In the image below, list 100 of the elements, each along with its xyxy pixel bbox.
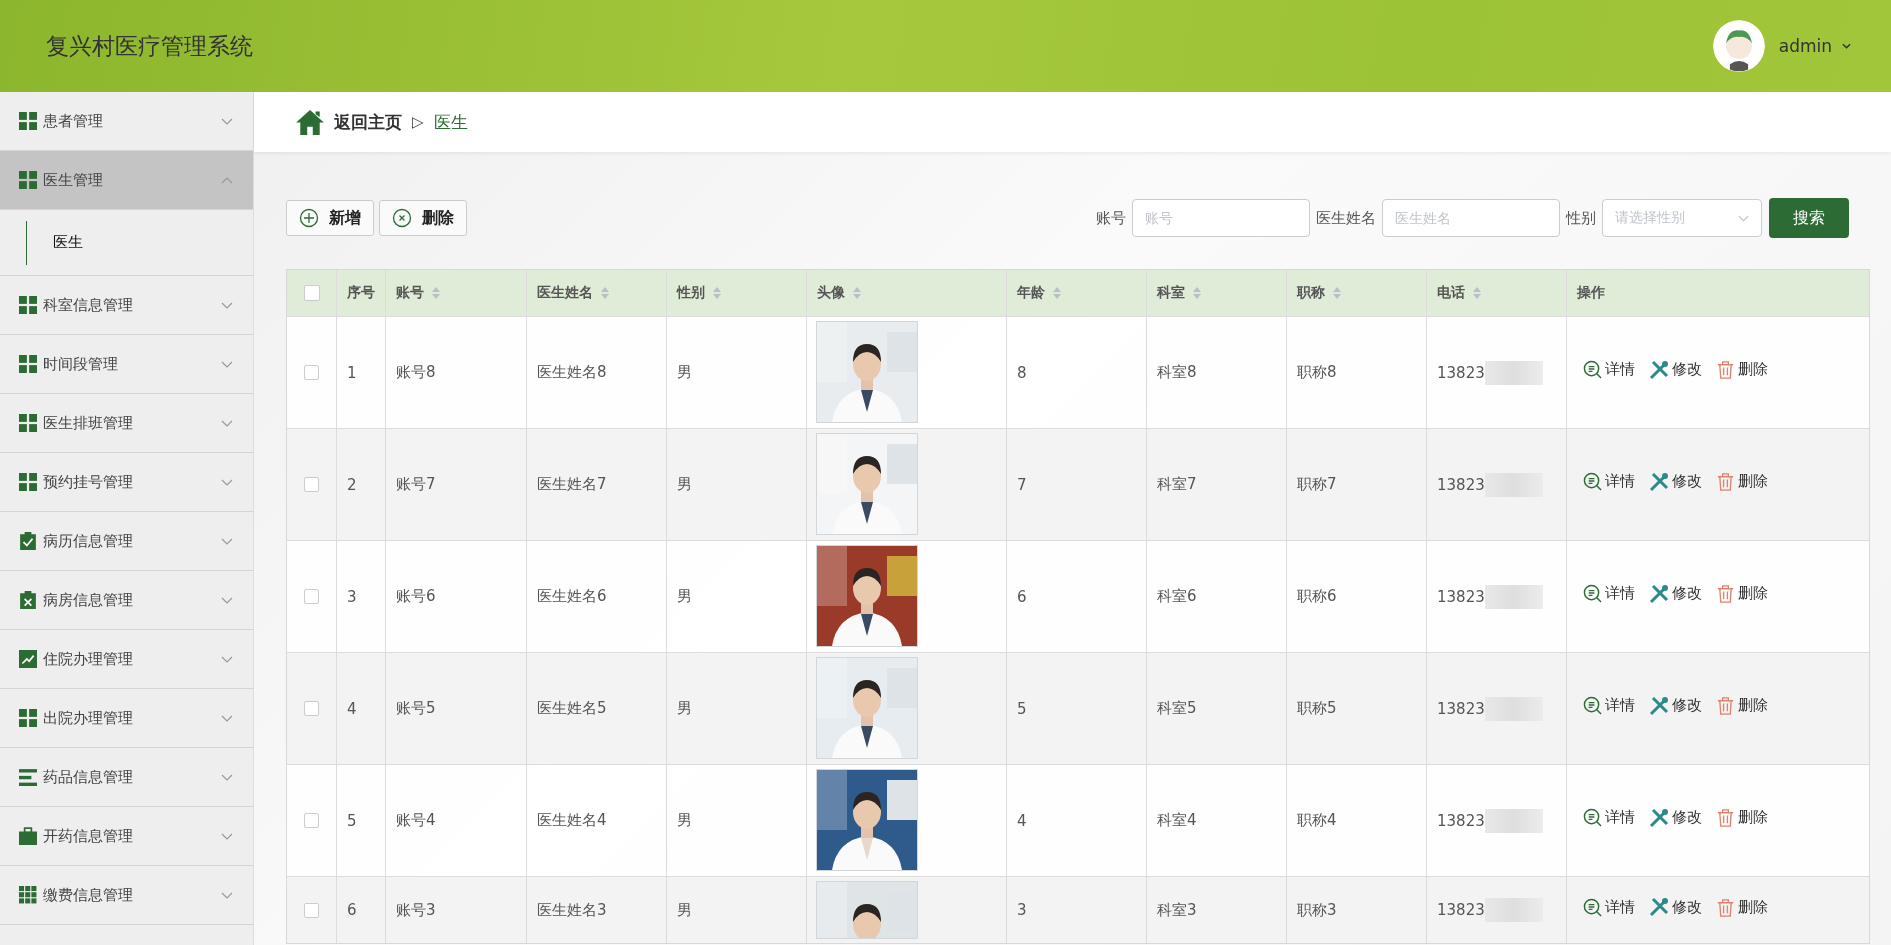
table-cell: 13823 — [1437, 587, 1485, 606]
table-cell: 4 — [1017, 811, 1027, 830]
checkbox[interactable] — [304, 902, 319, 918]
table-cell: 科室3 — [1157, 900, 1197, 920]
sort-icon[interactable] — [1053, 287, 1061, 299]
edit-link[interactable]: 修改 — [1649, 695, 1702, 716]
menu-icon — [19, 886, 37, 904]
sort-icon[interactable] — [432, 287, 440, 299]
table-cell: 账号7 — [396, 475, 436, 494]
input-field[interactable]: 账号 — [1132, 199, 1310, 237]
menu-icon — [19, 112, 37, 130]
delete-link[interactable]: 删除 — [1716, 584, 1768, 603]
column-header[interactable]: 职称 — [1297, 284, 1325, 302]
details-link[interactable]: 详情 — [1583, 584, 1635, 603]
column-header[interactable]: 科室 — [1157, 284, 1185, 302]
table-cell: 7 — [1017, 475, 1027, 494]
table-cell: 1 — [347, 363, 357, 382]
trash-icon — [1716, 360, 1735, 379]
table-cell: 医生姓名3 — [537, 900, 607, 920]
sort-icon[interactable] — [1193, 287, 1201, 299]
table-cell: 13823 — [1437, 699, 1485, 718]
chevron-icon — [221, 891, 233, 899]
edit-link[interactable]: 修改 — [1649, 583, 1702, 604]
sort-icon[interactable] — [1333, 287, 1341, 299]
edit-link[interactable]: 修改 — [1649, 807, 1702, 828]
sort-icon[interactable] — [713, 287, 721, 299]
column-header[interactable]: 操作 — [1577, 284, 1605, 302]
delete-button[interactable]: 删除 — [379, 200, 467, 236]
caret-icon[interactable] — [1842, 43, 1851, 49]
sidebar-item[interactable]: 住院办理管理 — [0, 630, 253, 689]
details-link[interactable]: 详情 — [1583, 808, 1635, 827]
input-field[interactable]: 医生姓名 — [1382, 199, 1560, 237]
checkbox[interactable] — [304, 589, 319, 604]
column-header[interactable]: 电话 — [1437, 284, 1465, 302]
sidebar-item[interactable]: 时间段管理 — [0, 335, 253, 394]
chevron-icon — [221, 537, 233, 545]
home-link[interactable]: 返回主页 — [334, 110, 402, 134]
search-icon — [1583, 360, 1602, 379]
sort-icon[interactable] — [601, 287, 609, 299]
sidebar-item[interactable]: 开药信息管理 — [0, 807, 253, 866]
column-header[interactable]: 性别 — [677, 284, 705, 302]
table-cell: 男 — [677, 900, 692, 920]
sidebar-item[interactable]: 科室信息管理 — [0, 276, 253, 335]
checkbox[interactable] — [304, 701, 319, 716]
menu-icon — [19, 296, 37, 314]
table-cell: 科室7 — [1157, 475, 1197, 494]
table-cell: 6 — [347, 901, 357, 919]
trash-icon — [1716, 584, 1735, 603]
edit-link[interactable]: 修改 — [1649, 471, 1702, 492]
table-cell: 3 — [1017, 901, 1027, 919]
user-menu[interactable]: admin — [1778, 36, 1832, 56]
avatar-icon[interactable] — [1712, 20, 1765, 72]
sidebar-item[interactable]: 病房信息管理 — [0, 571, 253, 630]
column-header[interactable]: 头像 — [817, 284, 845, 302]
submenu-item[interactable]: 医生 — [26, 220, 213, 265]
close-circle-icon — [392, 208, 412, 228]
breadcrumb-separator: ▷ — [412, 113, 424, 131]
column-header[interactable]: 年龄 — [1017, 284, 1045, 302]
delete-link[interactable]: 删除 — [1716, 472, 1768, 491]
table-cell: 科室5 — [1157, 699, 1197, 718]
delete-link[interactable]: 删除 — [1716, 808, 1768, 827]
details-link[interactable]: 详情 — [1583, 897, 1635, 917]
search-icon — [1583, 897, 1602, 917]
sidebar-item[interactable]: 病历信息管理 — [0, 512, 253, 571]
chevron-icon — [221, 773, 233, 781]
table-cell: 职称5 — [1297, 699, 1337, 718]
sidebar-item[interactable]: 医生排班管理 — [0, 394, 253, 453]
add-button[interactable]: 新增 — [286, 200, 374, 236]
delete-link[interactable]: 删除 — [1716, 897, 1768, 917]
column-header[interactable]: 医生姓名 — [537, 284, 593, 302]
checkbox[interactable] — [304, 477, 319, 492]
checkbox[interactable] — [303, 285, 320, 301]
details-link[interactable]: 详情 — [1583, 472, 1635, 491]
column-header[interactable]: 账号 — [396, 284, 424, 302]
chevron-icon — [221, 714, 233, 722]
tools-icon — [1649, 695, 1669, 716]
chevron-icon — [221, 655, 233, 663]
checkbox[interactable] — [304, 813, 319, 828]
sidebar-item[interactable]: 药品信息管理 — [0, 748, 253, 807]
menu-icon — [19, 414, 37, 432]
trash-icon — [1716, 472, 1735, 491]
sort-icon[interactable] — [853, 287, 861, 299]
edit-link[interactable]: 修改 — [1649, 897, 1702, 917]
column-header[interactable]: 序号 — [347, 284, 375, 302]
search-button[interactable]: 搜索 — [1769, 198, 1849, 238]
details-link[interactable]: 详情 — [1583, 696, 1635, 715]
delete-link[interactable]: 删除 — [1716, 696, 1768, 715]
sidebar-item[interactable]: 出院办理管理 — [0, 689, 253, 748]
home-icon[interactable] — [296, 109, 324, 135]
edit-link[interactable]: 修改 — [1649, 359, 1702, 380]
table-cell: 13823 — [1437, 901, 1485, 919]
details-link[interactable]: 详情 — [1583, 360, 1635, 379]
sidebar-item[interactable]: 预约挂号管理 — [0, 453, 253, 512]
sidebar-item[interactable]: 缴费信息管理 — [0, 866, 253, 925]
checkbox[interactable] — [304, 365, 319, 380]
table-cell: 男 — [677, 363, 692, 382]
sidebar-item[interactable]: 医生管理 — [0, 151, 253, 210]
delete-link[interactable]: 删除 — [1716, 360, 1768, 379]
sort-icon[interactable] — [1473, 287, 1481, 299]
menu-icon — [19, 709, 37, 727]
